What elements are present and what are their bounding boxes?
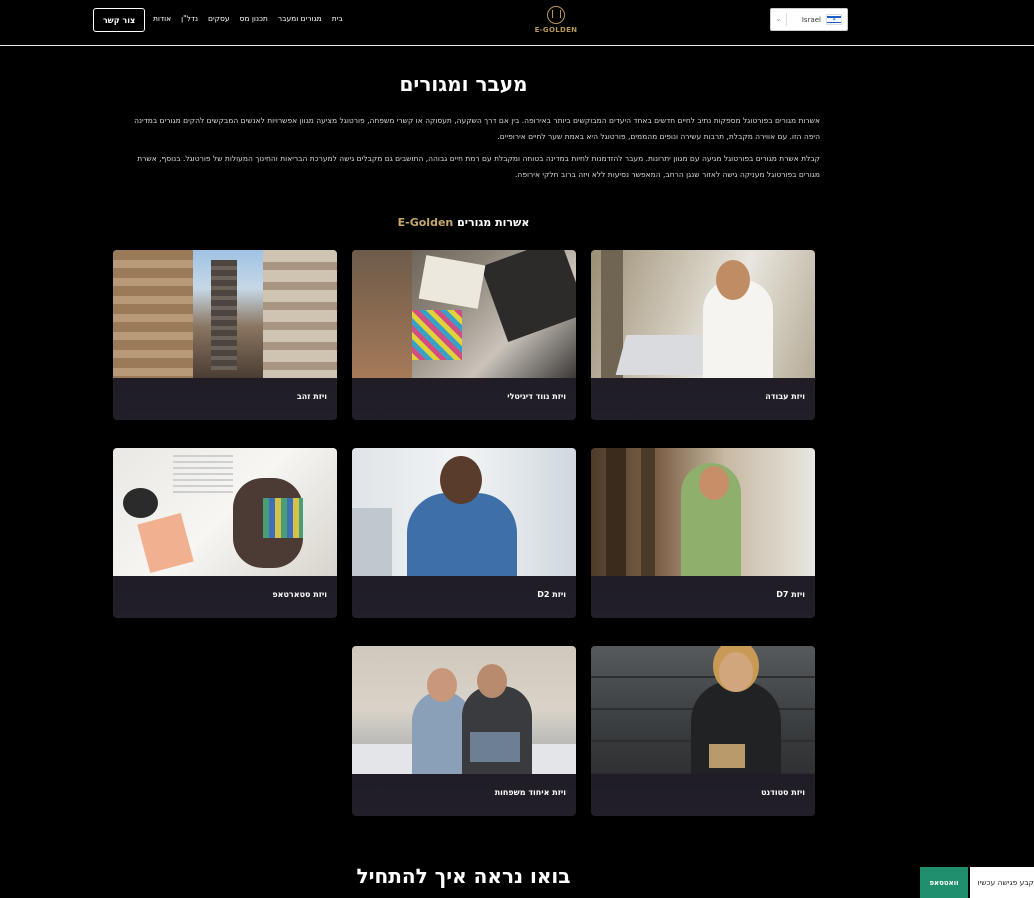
visa-card-startup[interactable]: ויזת סטארטאפ (113, 448, 337, 618)
whatsapp-button[interactable]: וואטסאפ (920, 867, 968, 898)
language-label: Israel (801, 15, 821, 24)
work-visa-image (591, 250, 815, 378)
visa-card-label: ויזת D2 (537, 590, 566, 599)
nav-item-business[interactable]: עסקים (208, 14, 230, 23)
d2-visa-image (352, 448, 576, 576)
get-started-heading: בואו נראה איך להתחיל (356, 864, 571, 888)
visa-card-golden[interactable]: ויזת זהב (113, 250, 337, 420)
intro-paragraph: אשרות מגורים בפורטוגל מספקות נתיב לחיים … (134, 116, 820, 141)
main-nav: אודות נדל"ן עסקים תכנון מס מגורים ומעבר … (153, 14, 343, 23)
logo[interactable]: E-GOLDEN (532, 6, 580, 36)
section-title-text: אשרות מגורים (457, 216, 530, 229)
nav-item-real-estate[interactable]: נדל"ן (181, 14, 198, 23)
visa-card-work[interactable]: ויזת עבודה (591, 250, 815, 420)
nav-item-home[interactable]: בית (332, 14, 343, 23)
visa-card-d7[interactable]: ויזת D7 (591, 448, 815, 618)
visa-card-label: ויזת סטודנט (761, 788, 805, 797)
startup-visa-image (113, 448, 337, 576)
nav-item-about[interactable]: אודות (153, 14, 171, 23)
student-visa-image (591, 646, 815, 774)
page-title: מעבר ומגורים (399, 72, 528, 96)
visa-card-student[interactable]: ויזת סטודנט (591, 646, 815, 816)
visa-card-label: ויזת עבודה (765, 392, 805, 401)
intro-text: אשרות מגורים בפורטוגל מספקות נתיב לחיים … (118, 113, 820, 189)
digital-nomad-visa-image (352, 250, 576, 378)
schedule-meeting-button[interactable]: קבע פגישה עכשיו (970, 867, 1034, 898)
visa-card-label: ויזת D7 (776, 590, 805, 599)
d7-visa-image (591, 448, 815, 576)
language-select[interactable]: ⌄ Israel ✶ (770, 8, 848, 31)
contact-button[interactable]: צור קשר (93, 8, 145, 32)
visa-card-family-reunification[interactable]: ויזת איחוד משפחות (352, 646, 576, 816)
family-visa-image (352, 646, 576, 774)
visa-card-d2[interactable]: ויזת D2 (352, 448, 576, 618)
nav-item-relocation[interactable]: מגורים ומעבר (278, 14, 322, 23)
nav-item-tax-planning[interactable]: תכנון מס (240, 14, 268, 23)
visa-card-digital-nomad[interactable]: ויזת נווד דיגיטלי (352, 250, 576, 420)
chevron-down-icon: ⌄ (771, 13, 787, 26)
visa-card-label: ויזת סטארטאפ (272, 590, 327, 599)
golden-visa-image (113, 250, 337, 378)
intro-paragraph: קבלת אשרת מגורים בפורטוגל מגיעה עם מגוון… (137, 154, 820, 179)
logo-mark-icon (547, 6, 565, 24)
israel-flag-icon: ✶ (826, 14, 842, 25)
visa-card-label: ויזת איחוד משפחות (494, 788, 566, 797)
section-title-brand: E-Golden (397, 216, 454, 229)
visa-card-label: ויזת נווד דיגיטלי (507, 392, 566, 401)
site-header: צור קשר אודות נדל"ן עסקים תכנון מס מגורי… (0, 0, 1034, 46)
visa-card-label: ויזת זהב (296, 392, 327, 401)
logo-text: E-GOLDEN (534, 26, 578, 34)
section-title: אשרות מגורים E-Golden (0, 216, 927, 229)
